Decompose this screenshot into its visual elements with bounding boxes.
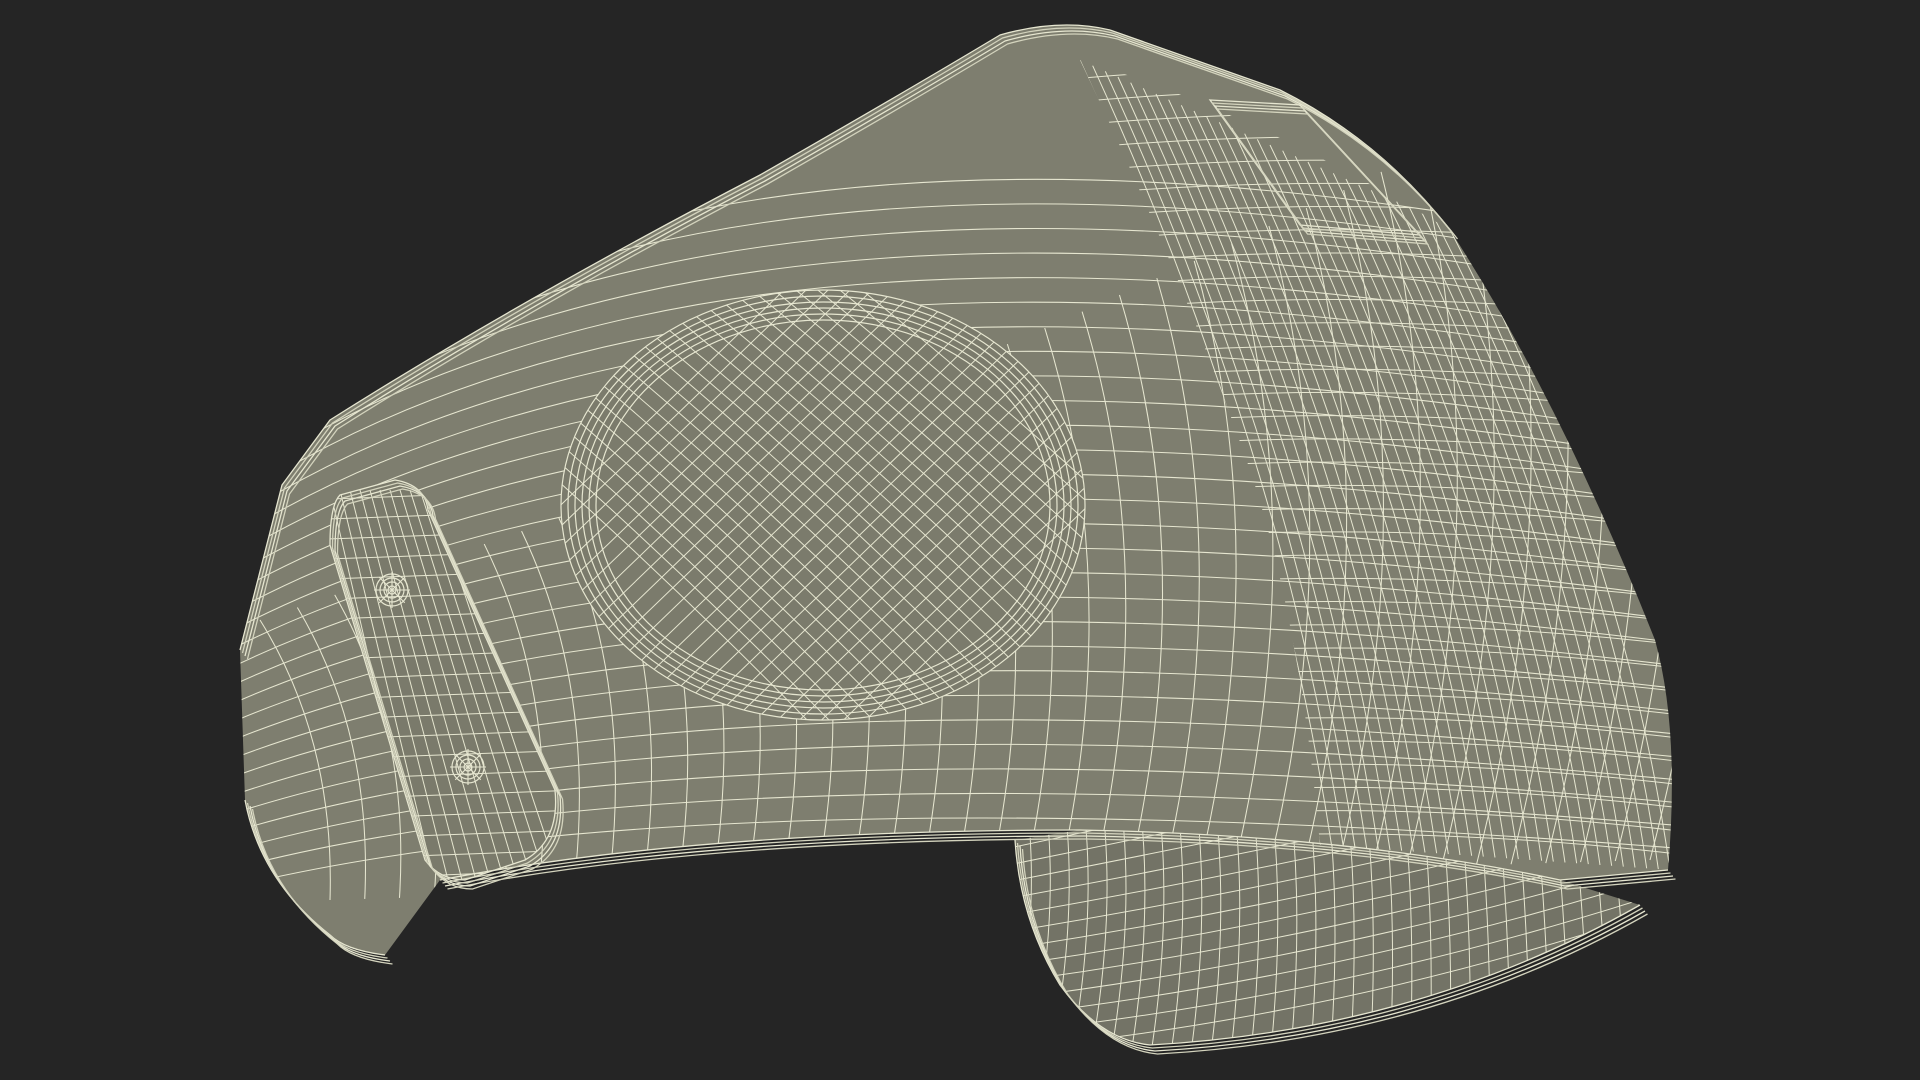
- wireframe-model: [239, 24, 1676, 1060]
- wire-edge: [990, 820, 1013, 1060]
- viewport: [0, 0, 1920, 1080]
